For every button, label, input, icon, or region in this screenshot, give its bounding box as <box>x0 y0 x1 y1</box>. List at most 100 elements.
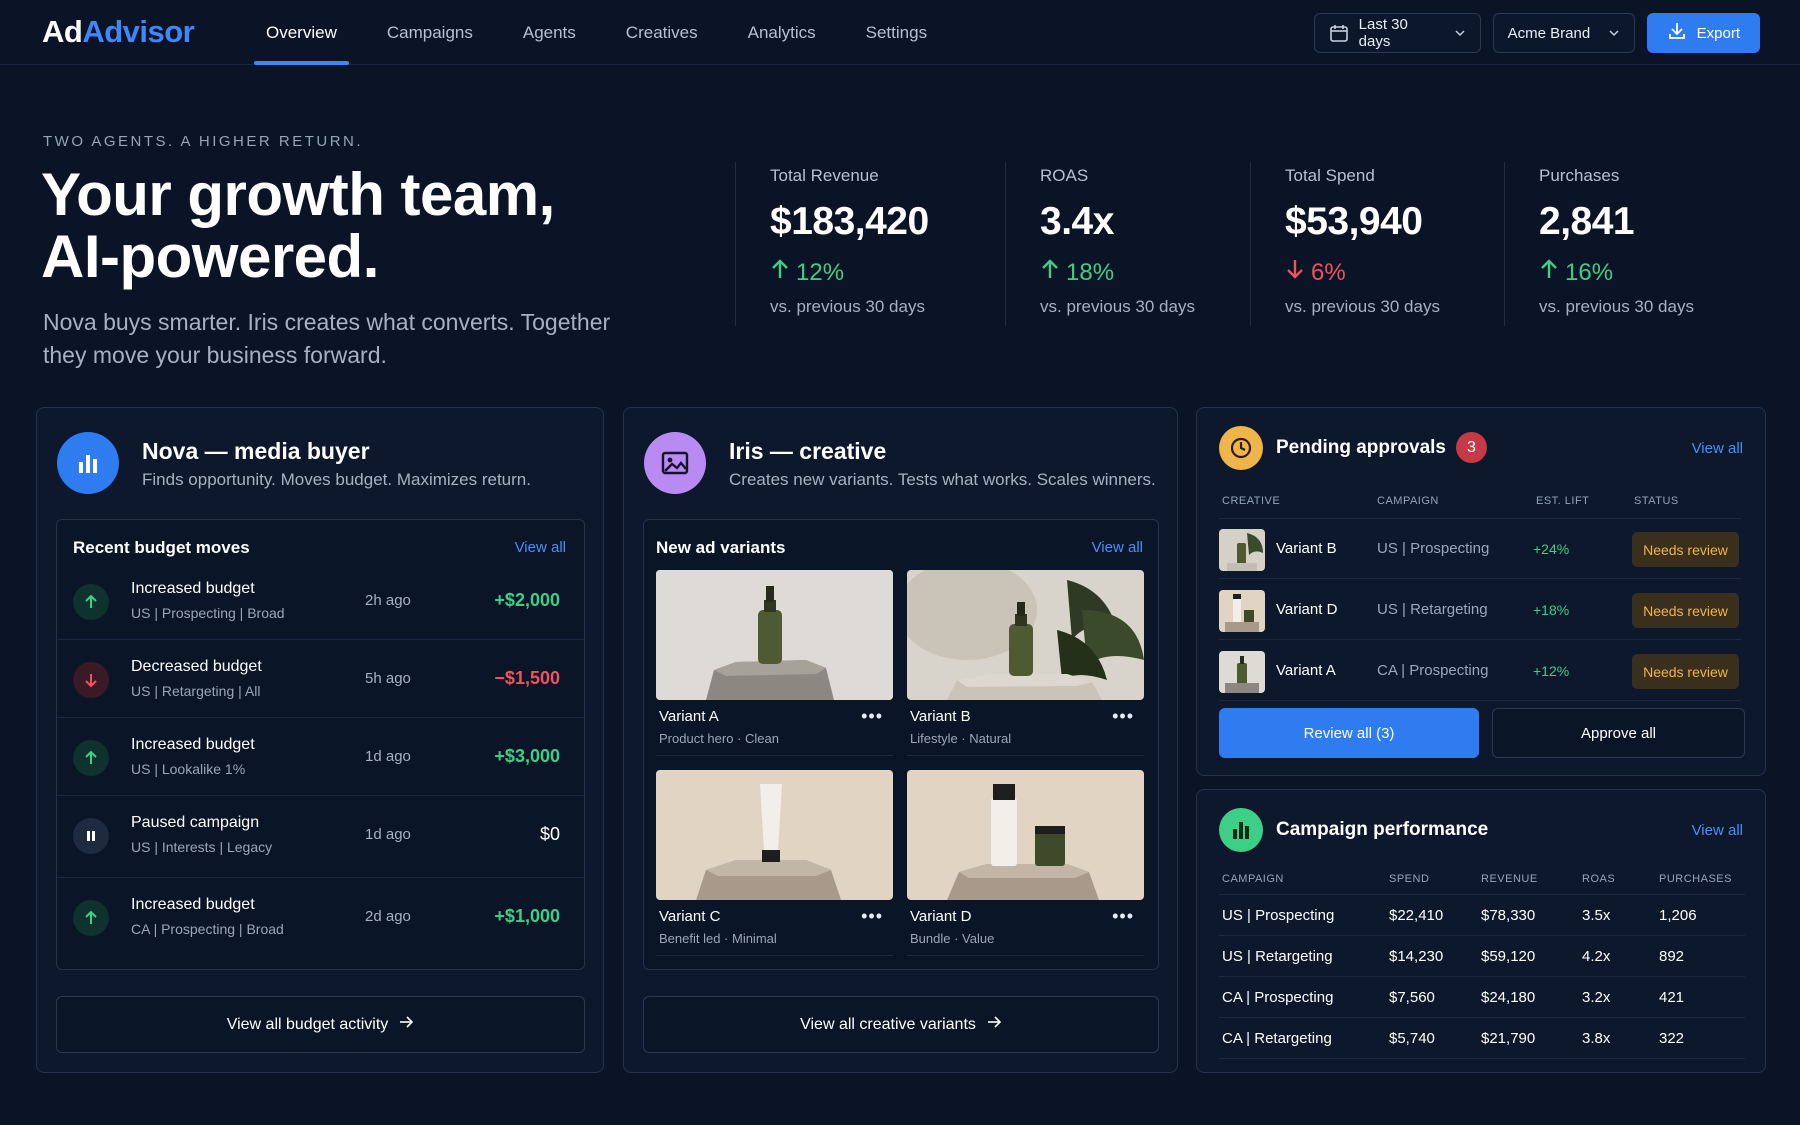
variant-card-b[interactable]: Variant B Lifestyle · Natural ••• <box>907 570 1144 756</box>
approve-all-button[interactable]: Approve all <box>1492 708 1745 758</box>
kpi-purchases: Purchases 2,841 16% vs. previous 30 days <box>1504 162 1729 326</box>
top-nav: AdAdvisor Overview Campaigns Agents Crea… <box>0 0 1800 65</box>
move-amount: $0 <box>539 824 560 844</box>
hero-title-line-2: AI-powered. <box>41 223 379 290</box>
view-budget-activity-button[interactable]: View all budget activity <box>56 996 585 1053</box>
date-range-select[interactable]: Last 30 days <box>1313 13 1481 53</box>
bar-chart-icon <box>1219 808 1263 852</box>
more-options-icon[interactable]: ••• <box>1112 706 1134 727</box>
needs-review-status[interactable]: Needs review <box>1632 532 1739 567</box>
pending-count-badge: 3 <box>1456 432 1487 463</box>
date-range-value: Last 30 days <box>1358 16 1408 50</box>
nova-panel: Nova — media buyer Finds opportunity. Mo… <box>36 407 604 1073</box>
move-target: US | Lookalike 1% <box>131 761 246 777</box>
col-header-revenue: REVENUE <box>1481 873 1538 885</box>
export-button[interactable]: Export <box>1646 13 1760 53</box>
budget-move-row[interactable]: Decreased budget US | Retargeting | All … <box>57 640 584 718</box>
kpi-delta: 12% <box>770 258 1005 287</box>
view-creative-variants-label: View all creative variants <box>800 1015 976 1033</box>
more-options-icon[interactable]: ••• <box>861 706 883 727</box>
approval-row[interactable]: Variant B US | Prospecting +24% Needs re… <box>1219 519 1741 579</box>
variant-card-a[interactable]: Variant A Product hero · Clean ••• <box>656 570 893 756</box>
move-action: Increased budget <box>131 736 255 753</box>
approval-creative: Variant D <box>1276 601 1338 618</box>
move-action: Increased budget <box>131 896 255 913</box>
performance-view-all[interactable]: View all <box>1692 822 1743 839</box>
campaign-revenue: $78,330 <box>1481 907 1536 924</box>
kpi-compare: vs. previous 30 days <box>1539 297 1694 316</box>
variant-name: Variant C <box>659 908 721 925</box>
logo-accent: Advisor <box>82 14 195 49</box>
kpi-delta-value: 16% <box>1565 258 1614 286</box>
chevron-down-icon <box>1608 27 1620 39</box>
arrow-up-icon <box>770 258 790 287</box>
variant-tags: Bundle · Value <box>910 931 995 946</box>
move-time: 5h ago <box>365 670 411 687</box>
budget-move-row[interactable]: Increased budget US | Prospecting | Broa… <box>57 562 584 640</box>
ad-variants-title: New ad variants <box>656 538 786 557</box>
kpi-compare: vs. previous 30 days <box>1285 297 1440 316</box>
budget-move-row[interactable]: Increased budget US | Lookalike 1% 1d ag… <box>57 718 584 796</box>
brand-value: Acme Brand <box>1507 24 1591 42</box>
budget-moves-title: Recent budget moves <box>73 538 250 557</box>
campaign-purchases: 892 <box>1659 948 1685 965</box>
tab-overview[interactable]: Overview <box>254 0 349 65</box>
arrow-up-icon <box>73 584 109 620</box>
kpi-total-spend: Total Spend $53,940 6% vs. previous 30 d… <box>1250 162 1504 326</box>
logo-primary: Ad <box>42 14 83 49</box>
more-options-icon[interactable]: ••• <box>1112 906 1134 927</box>
variant-tags: Benefit led · Minimal <box>659 931 777 946</box>
budget-moves-view-all[interactable]: View all <box>515 539 566 556</box>
needs-review-status[interactable]: Needs review <box>1632 593 1739 628</box>
hero-eyebrow: TWO AGENTS. A HIGHER RETURN. <box>43 133 364 150</box>
campaign-row[interactable]: US | Retargeting $14,230 $59,120 4.2x 89… <box>1219 936 1745 977</box>
campaign-revenue: $59,120 <box>1481 948 1536 965</box>
campaign-name: US | Retargeting <box>1222 948 1333 965</box>
campaign-name: US | Prospecting <box>1222 907 1335 924</box>
campaign-row[interactable]: CA | Retargeting $5,740 $21,790 3.8x 322 <box>1219 1018 1745 1059</box>
campaign-revenue: $24,180 <box>1481 989 1536 1006</box>
col-header-roas: ROAS <box>1582 873 1616 885</box>
col-header-campaign: CAMPAIGN <box>1377 495 1439 507</box>
tab-campaigns[interactable]: Campaigns <box>375 0 485 65</box>
app-logo[interactable]: AdAdvisor <box>42 14 195 50</box>
move-target: US | Interests | Legacy <box>131 839 273 855</box>
iris-panel: Iris — creative Creates new variants. Te… <box>623 407 1178 1073</box>
approval-creative: Variant B <box>1276 540 1337 557</box>
approval-lift: +24% <box>1533 541 1570 557</box>
ad-variants-view-all[interactable]: View all <box>1092 539 1143 556</box>
approval-row[interactable]: Variant A CA | Prospecting +12% Needs re… <box>1219 641 1741 701</box>
budget-move-row[interactable]: Increased budget CA | Prospecting | Broa… <box>57 878 584 956</box>
calendar-icon <box>1329 23 1349 43</box>
move-target: CA | Prospecting | Broad <box>131 921 284 937</box>
campaign-name: CA | Retargeting <box>1222 1030 1332 1047</box>
iris-description: Creates new variants. Tests what works. … <box>729 470 1156 489</box>
campaign-name: CA | Prospecting <box>1222 989 1334 1006</box>
campaign-row[interactable]: CA | Prospecting $7,560 $24,180 3.2x 421 <box>1219 977 1745 1018</box>
variant-card-d[interactable]: Variant D Bundle · Value ••• <box>907 770 1144 956</box>
tab-creatives[interactable]: Creatives <box>614 0 710 65</box>
needs-review-status[interactable]: Needs review <box>1632 654 1739 689</box>
campaign-spend: $14,230 <box>1389 948 1444 965</box>
more-options-icon[interactable]: ••• <box>861 906 883 927</box>
approval-campaign: US | Retargeting <box>1377 601 1488 618</box>
view-budget-activity-label: View all budget activity <box>226 1015 389 1033</box>
campaign-spend: $7,560 <box>1389 989 1435 1006</box>
view-creative-variants-button[interactable]: View all creative variants <box>643 996 1159 1053</box>
approval-row[interactable]: Variant D US | Retargeting +18% Needs re… <box>1219 580 1741 640</box>
brand-select[interactable]: Acme Brand <box>1492 13 1635 53</box>
variant-card-c[interactable]: Variant C Benefit led · Minimal ••• <box>656 770 893 956</box>
variant-a-image <box>656 570 893 700</box>
tab-agents[interactable]: Agents <box>511 0 588 65</box>
approvals-view-all[interactable]: View all <box>1692 440 1743 457</box>
variant-tags: Lifestyle · Natural <box>910 731 1012 746</box>
review-all-button[interactable]: Review all (3) <box>1219 708 1479 758</box>
tab-analytics[interactable]: Analytics <box>736 0 828 65</box>
nova-title: Nova — media buyer <box>142 438 370 464</box>
campaign-row[interactable]: US | Prospecting $22,410 $78,330 3.5x 1,… <box>1219 895 1745 936</box>
campaign-spend: $22,410 <box>1389 907 1444 924</box>
col-header-creative: CREATIVE <box>1222 495 1281 507</box>
tab-settings[interactable]: Settings <box>854 0 939 65</box>
kpi-total-revenue: Total Revenue $183,420 12% vs. previous … <box>735 162 1005 326</box>
budget-move-row[interactable]: Paused campaign US | Interests | Legacy … <box>57 796 584 878</box>
